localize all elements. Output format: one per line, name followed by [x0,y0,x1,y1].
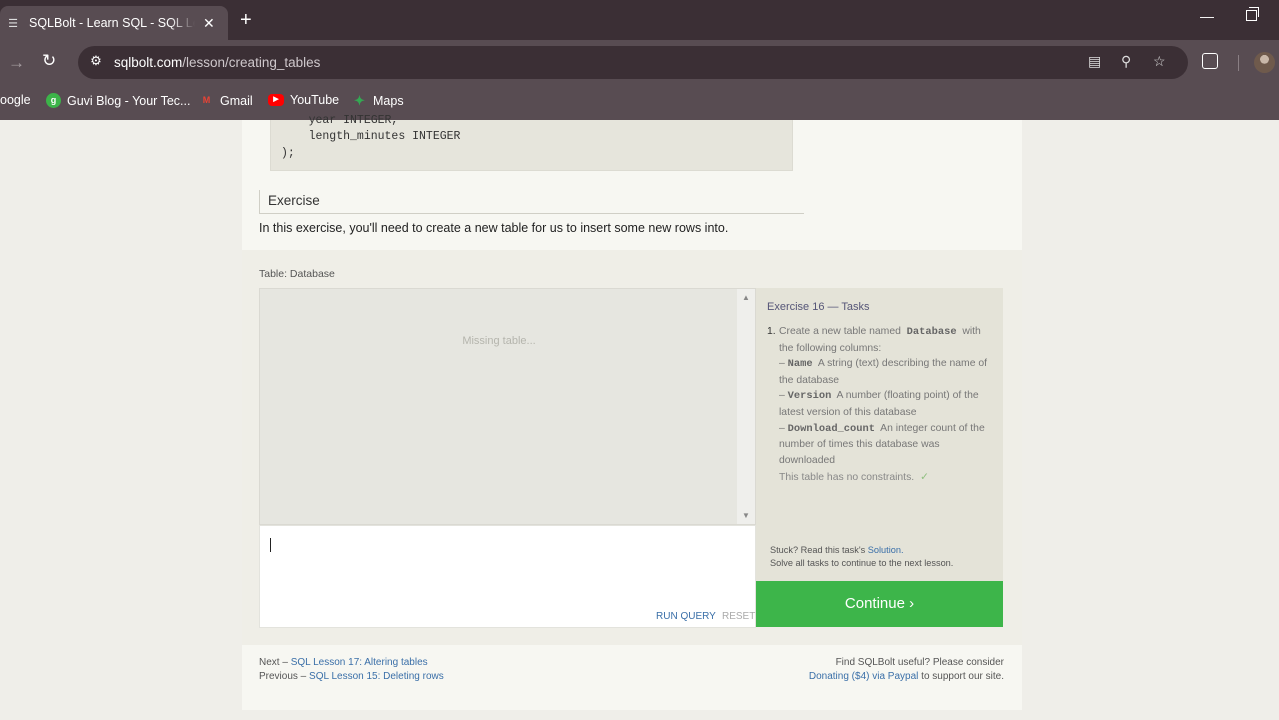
tab-title: SQLBolt - Learn SQL - SQL Lesson [29,16,195,30]
table-label: Table: Database [259,268,335,280]
translate-icon[interactable]: ▤ [1088,53,1101,70]
zoom-icon[interactable]: ⚲ [1121,53,1131,70]
column-name: Version [787,390,832,403]
constraint-text: This table has no constraints. [779,472,915,483]
stuck-text: Stuck? Read this task's [770,545,866,555]
support-note: Find SQLBolt useful? Please consider Don… [809,656,1004,684]
donate-link[interactable]: Donating ($4) via Paypal [809,671,919,682]
maps-icon: ✦ [354,93,365,108]
url-text: sqlbolt.com/lesson/creating_tables [114,55,321,70]
scroll-up-icon[interactable]: ▲ [742,293,750,302]
bookmark-star-icon[interactable]: ☆ [1153,53,1166,70]
solve-all-text: Solve all tasks to continue to the next … [770,558,954,568]
bookmark-youtube[interactable]: ▶ YouTube [268,93,339,107]
previous-lesson-link[interactable]: SQL Lesson 15: Deleting rows [309,671,444,682]
minimize-icon[interactable]: — [1200,8,1214,24]
gmail-icon: M [202,95,211,105]
reload-icon[interactable]: ↻ [42,51,56,71]
extensions-icon[interactable] [1202,53,1218,69]
text-cursor [270,538,271,552]
database-icon: ☰ [8,17,18,30]
guvi-icon: g [46,93,61,108]
column-dash: – [779,422,785,434]
browser-tab[interactable]: ☰ SQLBolt - Learn SQL - SQL Lesson ✕ [0,6,228,40]
reset-button[interactable]: RESET [722,611,755,622]
new-tab-icon[interactable]: + [240,10,252,30]
bookmark-maps[interactable]: ✦ Maps [352,93,404,108]
exercise-area: Table: Database Missing table... ▲ ▼ RUN… [242,250,1022,645]
tasks-panel: Exercise 16 — Tasks 1. Create a new tabl… [756,288,1003,581]
code-line: length_minutes INTEGER [281,130,461,143]
lesson-page: year INTEGER, length_minutes INTEGER ); … [242,114,1022,710]
task-number: 1. [767,326,776,337]
exercise-description: In this exercise, you'll need to create … [259,221,729,235]
tasks-title: Exercise 16 — Tasks [767,301,870,313]
checkmark-icon: ✓ [920,472,929,483]
next-prefix: Next – [259,657,288,668]
next-lesson-link[interactable]: SQL Lesson 17: Altering tables [291,657,428,668]
close-tab-icon[interactable]: ✕ [203,15,215,32]
support-suffix: to support our site. [921,671,1004,682]
run-query-button[interactable]: RUN QUERY [656,611,716,622]
column-name: Name [787,358,813,371]
sql-editor[interactable]: RUN QUERY RESET [259,525,756,628]
prev-prefix: Previous – [259,671,307,682]
table-name-keyword: Database [906,326,957,338]
browser-toolbar: → ↻ ⚙ sqlbolt.com/lesson/creating_tables… [0,40,1279,85]
missing-table-message: Missing table... [462,335,536,347]
profile-avatar[interactable] [1254,52,1275,73]
solution-link[interactable]: Solution. [868,545,904,555]
constraint-note: This table has no constraints. ✓ [779,471,929,483]
bookmark-gmail[interactable]: M Gmail [199,93,253,108]
browser-tab-strip: ☰ SQLBolt - Learn SQL - SQL Lesson ✕ + — [0,0,1279,40]
code-line: year INTEGER, [281,114,399,127]
column-name: Download_count [787,422,875,435]
results-scrollbar[interactable]: ▲ ▼ [737,289,755,524]
bookmarks-bar: oogle g Guvi Blog - Your Tec... M Gmail ▶ Y… [0,85,1279,120]
query-results-panel: Missing table... ▲ ▼ [259,288,756,525]
code-sample: year INTEGER, length_minutes INTEGER ); [270,114,793,171]
help-text: Stuck? Read this task's Solution. Solve … [770,544,953,570]
bookmark-google[interactable]: oogle [0,93,31,107]
task-item: Create a new table named Database with t… [779,324,997,468]
site-info-icon[interactable]: ⚙ [86,53,106,73]
forward-icon[interactable]: → [8,53,25,73]
exercise-heading: Exercise [259,190,804,214]
scroll-down-icon[interactable]: ▼ [742,511,750,520]
column-dash: – [779,358,785,370]
restore-window-icon[interactable] [1246,7,1259,21]
task-list: 1. Create a new table named Database wit… [767,324,997,468]
code-line: ); [281,147,295,160]
support-text: Find SQLBolt useful? Please consider [835,657,1004,668]
youtube-icon: ▶ [268,94,284,106]
address-bar[interactable]: ⚙ sqlbolt.com/lesson/creating_tables ▤ ⚲… [78,46,1188,79]
bookmark-guvi-blog[interactable]: g Guvi Blog - Your Tec... [46,93,190,108]
toolbar-divider [1238,55,1239,71]
lesson-navigation: Next – SQL Lesson 17: Altering tables Pr… [259,656,444,684]
continue-button[interactable]: Continue › [756,581,1003,627]
column-dash: – [779,390,785,402]
task-intro: Create a new table named [779,326,901,337]
